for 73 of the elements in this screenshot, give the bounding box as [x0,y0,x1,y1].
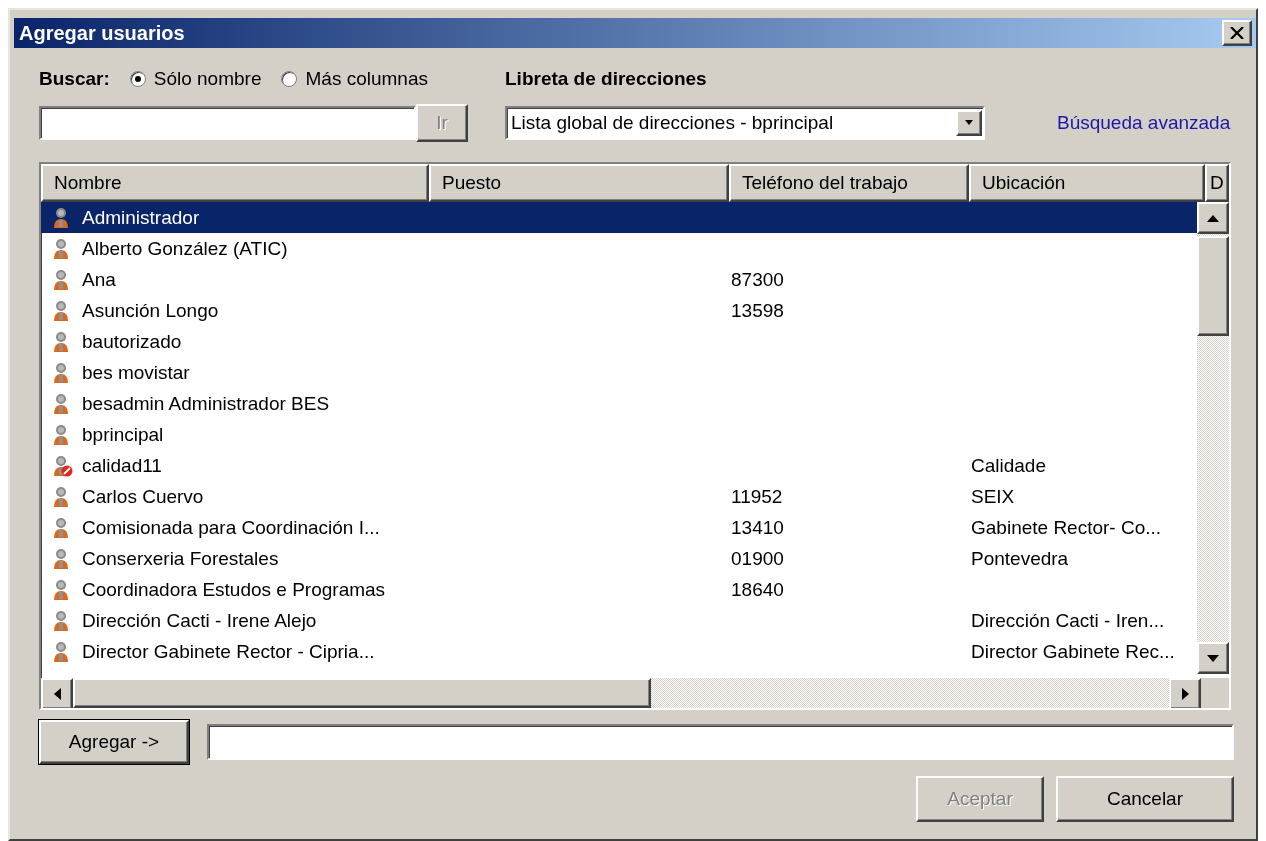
phone-cell: 18640 [731,578,784,600]
name-cell: Director Gabinete Rector - Cipria... [82,640,375,663]
down-arrow-icon [1207,654,1219,662]
column-header[interactable]: Puesto [429,164,729,202]
dropdown-button[interactable] [956,110,982,136]
scrollbar-corner [1201,678,1229,708]
user-row[interactable]: calidad11 Calidade [41,450,1197,481]
user-row[interactable]: Asunción Longo 13598 [41,295,1197,326]
scrollbar-thumb[interactable] [1197,236,1229,336]
user-row[interactable]: Ana 87300 [41,264,1197,295]
caret-icon [964,120,974,126]
add-button[interactable]: Agregar -> [39,720,189,764]
column-header[interactable]: Ubicación [969,164,1205,202]
search-label: Buscar: [39,68,110,90]
phone-cell: 11952 [731,485,783,507]
name-cell: Carlos Cuervo [82,485,204,508]
location-cell: Pontevedra [971,547,1069,569]
window-title: Agregar usuarios [19,21,185,45]
name-cell: bautorizado [82,330,182,353]
name-cell: Coordinadora Estudos e Programas [82,578,386,601]
name-cell: calidad11 [82,454,162,477]
name-cell: bes movistar [82,361,190,384]
location-cell: Gabinete Rector- Co... [971,516,1162,538]
name-cell: Ana [82,268,116,291]
user-row[interactable]: Conserxeria Forestales 01900 Pontevedra [41,543,1197,574]
name-cell: Comisionada para Coordinación I... [82,516,380,539]
advanced-search-link[interactable]: Búsqueda avanzada [1057,112,1234,134]
phone-cell: 13598 [731,299,784,321]
phone-cell: 87300 [731,268,784,290]
user-row[interactable]: Administrador [41,202,1197,233]
name-cell: Administrador [82,206,200,229]
column-header[interactable]: D [1205,164,1229,202]
search-field[interactable] [39,106,416,140]
location-cell: Director Gabinete Rec... [971,640,1175,662]
user-row[interactable]: Coordinadora Estudos e Programas 18640 [41,574,1197,605]
user-row[interactable]: Comisionada para Coordinación I... 13410 Gabinete Rector- Co... [41,512,1197,543]
radio-button[interactable] [281,71,298,87]
dialog-button[interactable]: Cancelar [1056,776,1234,822]
column-header[interactable]: Nombre [41,164,429,202]
user-row[interactable]: bautorizado [41,326,1197,357]
selected-users-field[interactable] [207,724,1234,760]
horizontal-scrollbar[interactable] [41,678,1201,708]
name-cell: Alberto González (ATIC) [82,237,288,260]
name-cell: Asunción Longo [82,299,219,322]
location-cell: Dirección Cacti - Iren... [971,609,1165,631]
phone-cell: 01900 [731,547,784,569]
right-arrow-icon [1181,688,1189,700]
user-row[interactable]: besadmin Administrador BES [41,388,1197,419]
user-row[interactable]: bes movistar [41,357,1197,388]
close-button[interactable] [1222,20,1252,46]
phone-cell: 13410 [731,516,784,538]
blocked-user-icon [51,454,73,477]
close-icon [1230,27,1244,39]
user-row[interactable]: Carlos Cuervo 11952 SEIX [41,481,1197,512]
radio-option[interactable]: Más columnas [281,68,428,90]
name-cell: Conserxeria Forestales [82,547,279,570]
up-arrow-icon [1207,214,1219,222]
user-row[interactable]: Alberto González (ATIC) [41,233,1197,264]
name-cell: Dirección Cacti - Irene Alejo [82,609,317,632]
user-row[interactable]: bprincipal [41,419,1197,450]
radio-option[interactable]: Sólo nombre [129,68,262,90]
name-cell: bprincipal [82,423,164,446]
column-header[interactable]: Teléfono del trabajo [729,164,969,202]
user-row[interactable]: Director Gabinete Rector - Cipria... Director Gabinete Rec... [41,636,1197,667]
scrollbar-thumb[interactable] [73,678,651,708]
location-cell: Calidade [971,454,1046,476]
location-cell: SEIX [971,485,1015,507]
left-arrow-icon [53,688,61,700]
address-book-dropdown[interactable]: Lista global de direcciones - bprincipal [505,106,985,140]
vertical-scrollbar[interactable] [1197,202,1229,674]
name-cell: besadmin Administrador BES [82,392,330,415]
user-row[interactable]: Dirección Cacti - Irene Alejo Dirección Cacti - Iren... [41,605,1197,636]
address-book-label: Libreta de direcciones [505,68,708,90]
